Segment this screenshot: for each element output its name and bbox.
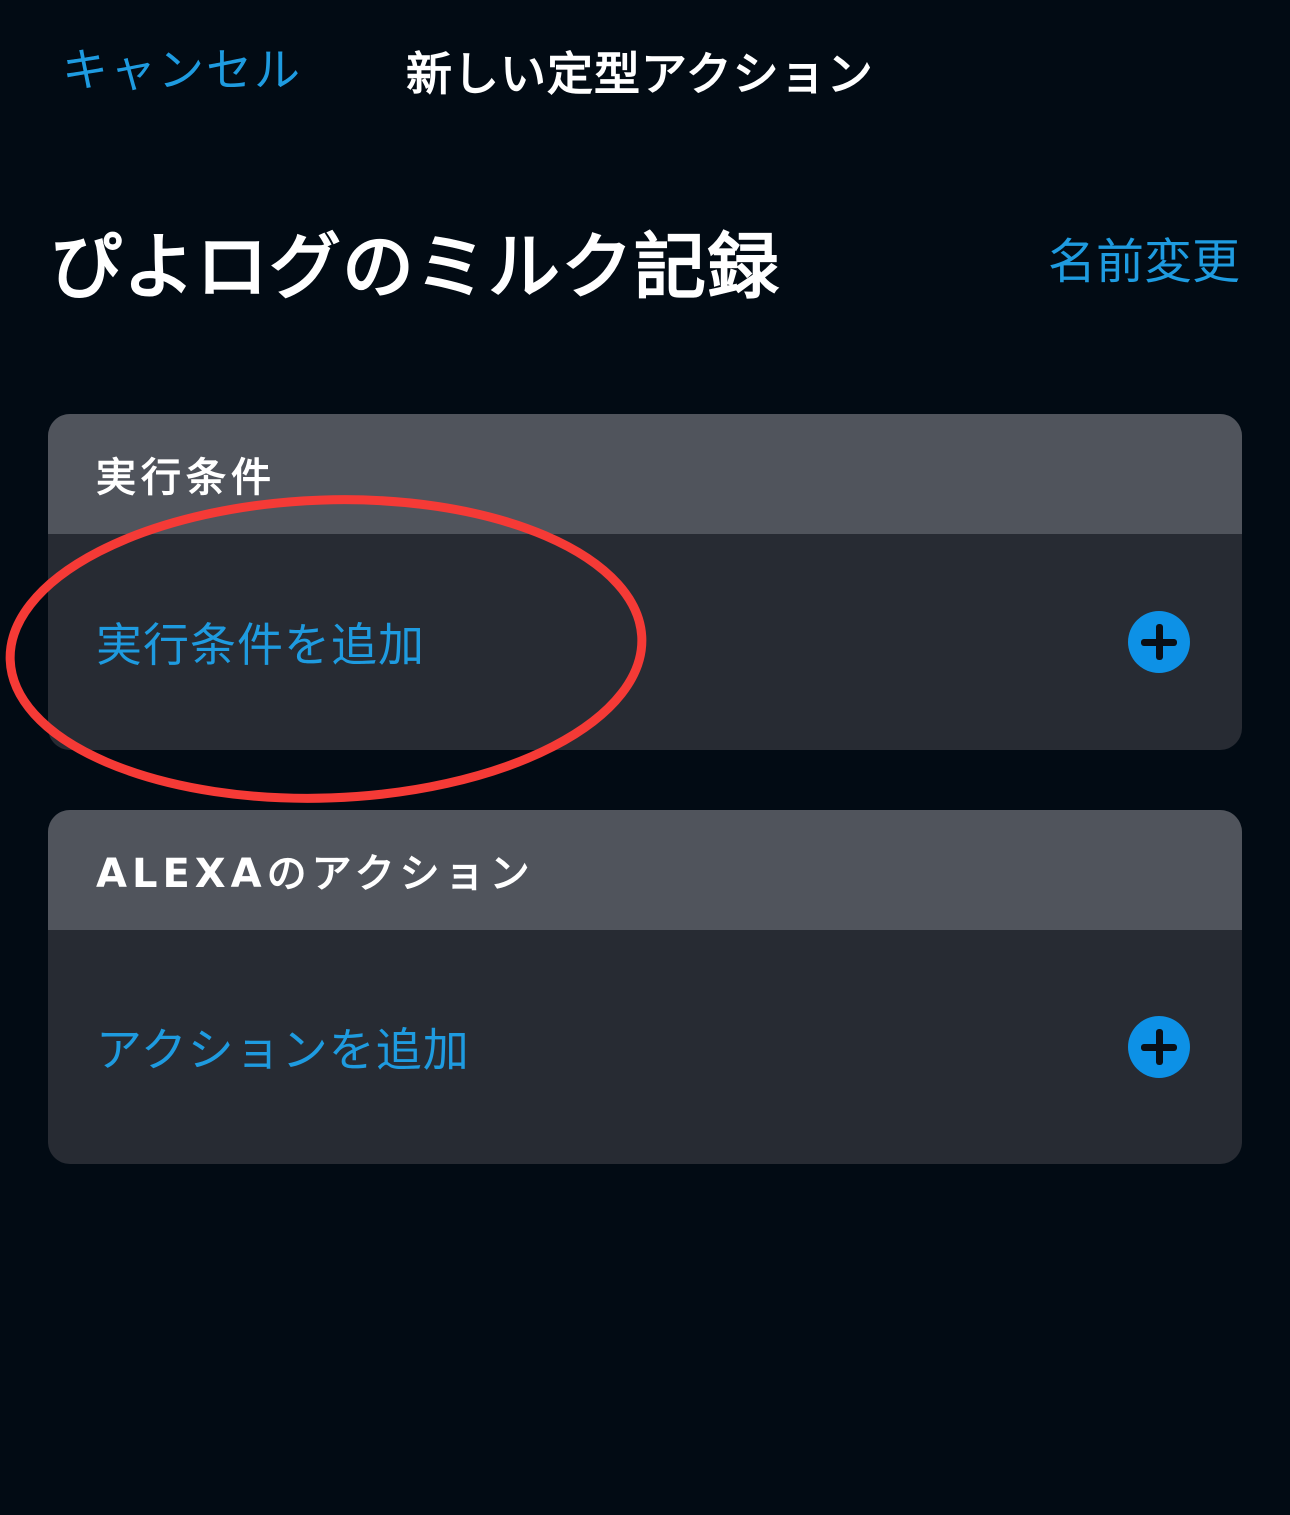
trigger-card: 実行条件 実行条件を追加 — [48, 414, 1242, 750]
rename-button[interactable]: 名前変更 — [1048, 222, 1240, 292]
add-action-label: アクションを追加 — [96, 1023, 470, 1077]
routine-name: ぴよログのミルク記録 — [50, 225, 781, 309]
cancel-button[interactable]: キャンセル — [62, 34, 302, 100]
action-section-header: ALEXAのアクション — [48, 810, 1242, 930]
add-trigger-label: 実行条件を追加 — [96, 618, 425, 672]
plus-circle-icon[interactable] — [1128, 611, 1190, 673]
nav-title: 新しい定型アクション — [406, 47, 874, 101]
add-trigger-row[interactable]: 実行条件を追加 — [48, 534, 1242, 750]
action-card: ALEXAのアクション アクションを追加 — [48, 810, 1242, 1164]
add-action-row[interactable]: アクションを追加 — [48, 930, 1242, 1164]
trigger-section-header: 実行条件 — [48, 414, 1242, 534]
plus-circle-icon[interactable] — [1128, 1016, 1190, 1078]
